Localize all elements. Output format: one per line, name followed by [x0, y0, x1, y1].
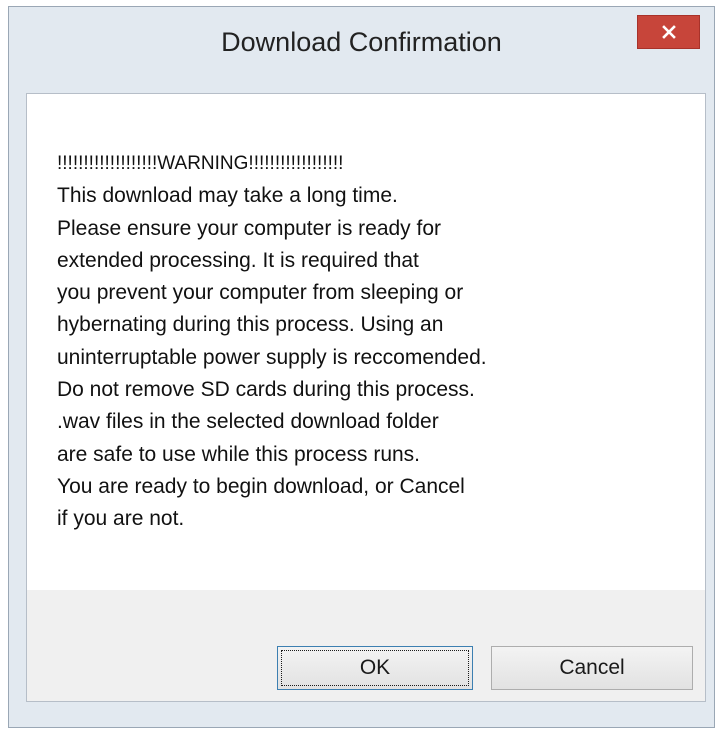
message-line: This download may take a long time.: [57, 184, 398, 208]
title-bar[interactable]: Download Confirmation: [9, 7, 714, 90]
message-line: hybernating during this process. Using a…: [57, 313, 444, 337]
close-button[interactable]: [637, 15, 700, 49]
message-line: You are ready to begin download, or Canc…: [57, 474, 465, 498]
message-line: .wav files in the selected download fold…: [57, 410, 439, 434]
message-line: are safe to use while this process runs.: [57, 442, 421, 466]
dialog-body: !!!!!!!!!!!!!!!!!!!WARNING!!!!!!!!!!!!!!…: [26, 93, 706, 702]
download-confirmation-dialog: Download Confirmation !!!!!!!!!!!!!!!!!!…: [8, 6, 715, 728]
close-icon: [661, 25, 676, 39]
button-bar: OK Cancel: [27, 590, 705, 701]
message-line: Please ensure your computer is ready for: [57, 216, 442, 240]
message-line: you prevent your computer from sleeping …: [57, 281, 464, 305]
ok-button[interactable]: OK: [277, 646, 473, 690]
message-line: if you are not.: [57, 507, 185, 531]
message-line-warning: !!!!!!!!!!!!!!!!!!!WARNING!!!!!!!!!!!!!!…: [57, 153, 344, 174]
dialog-title: Download Confirmation: [221, 27, 502, 57]
message-line: uninterruptable power supply is reccomen…: [57, 345, 487, 369]
message-line: extended processing. It is required that: [57, 248, 419, 272]
message-line: Do not remove SD cards during this proce…: [57, 378, 475, 402]
warning-message: !!!!!!!!!!!!!!!!!!!WARNING!!!!!!!!!!!!!!…: [57, 148, 697, 536]
cancel-button-label: Cancel: [559, 656, 625, 679]
cancel-button[interactable]: Cancel: [491, 646, 693, 690]
focus-ring: [281, 650, 469, 686]
